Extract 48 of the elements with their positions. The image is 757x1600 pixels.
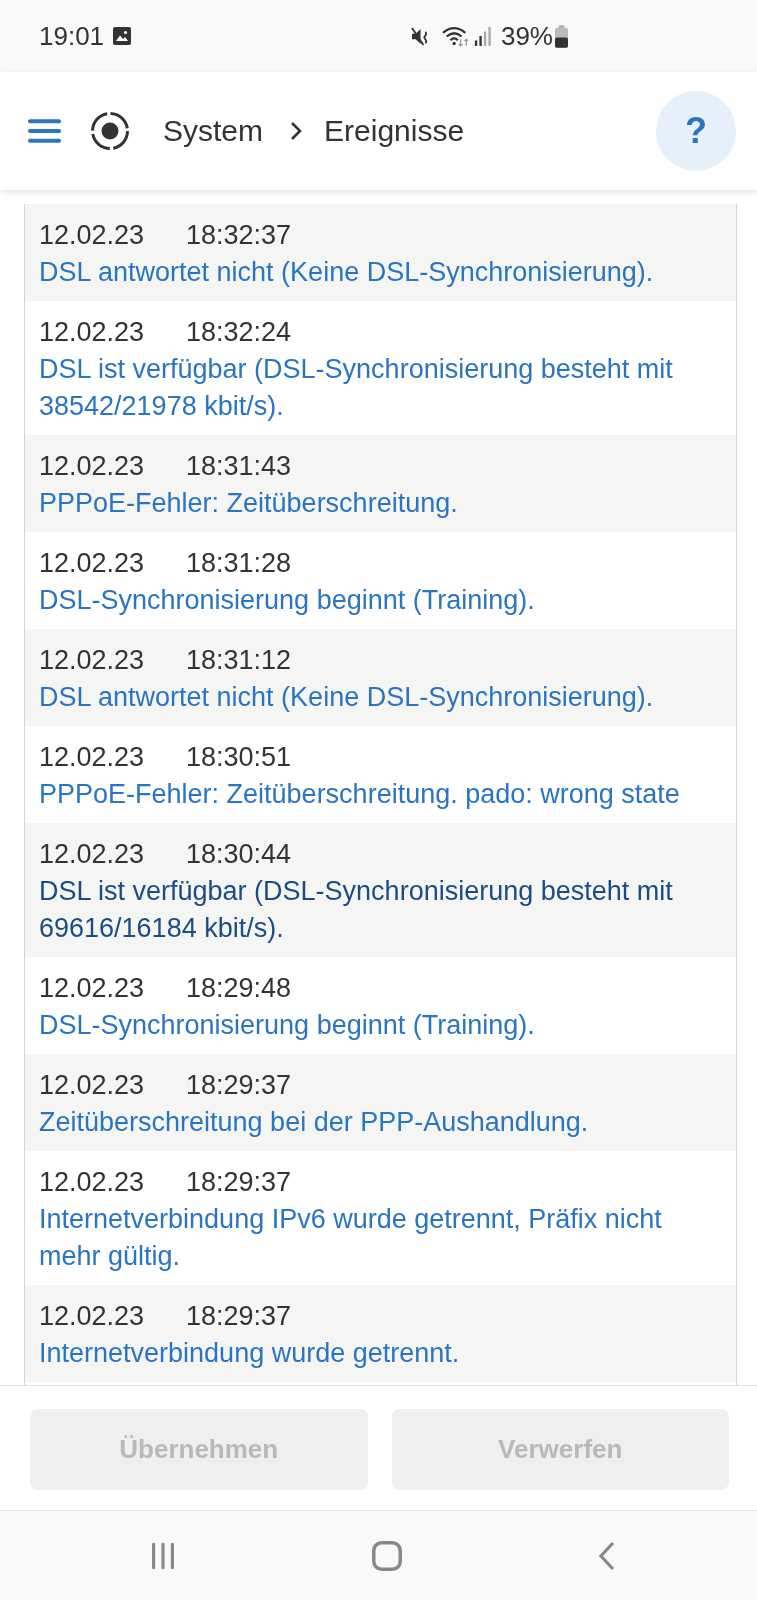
event-time: 18:32:24 (186, 316, 292, 349)
breadcrumb-link[interactable]: System (163, 114, 264, 148)
chevron-icon (290, 121, 303, 141)
help-button[interactable]: ? (656, 91, 736, 171)
event-date: 12.02.23 (39, 1166, 146, 1199)
event-date: 12.02.23 (39, 741, 146, 774)
event-link[interactable]: DSL-Synchronisierung beginnt (Training). (39, 582, 706, 619)
dot-ring-icon (90, 111, 130, 151)
home-icon[interactable] (372, 1540, 402, 1571)
event-link[interactable]: PPPoE-Fehler: Zeitüberschreitung. (39, 485, 706, 522)
wifi-icon (441, 25, 470, 47)
event-time: 18:29:37 (186, 1300, 292, 1333)
event-date: 12.02.23 (39, 450, 146, 483)
signal-icon (473, 26, 492, 46)
event-date: 12.02.23 (39, 1300, 146, 1333)
event-date: 12.02.23 (39, 644, 146, 677)
event-link[interactable]: DSL-Synchronisierung beginnt (Training). (39, 1007, 706, 1044)
event-link[interactable]: DSL ist verfügbar (DSL-Synchronisierung besteht mit 69616/16184 kbit/s). (39, 873, 706, 947)
event-date: 12.02.23 (39, 219, 146, 252)
event-date: 12.02.23 (39, 547, 146, 580)
event-time: 18:31:28 (186, 547, 292, 580)
event-date: 12.02.23 (39, 316, 146, 349)
event-link[interactable]: DSL antwortet nicht (Keine DSL-Synchronisierung). (39, 679, 706, 716)
back-icon[interactable] (598, 1541, 614, 1570)
event-link[interactable]: DSL ist verfügbar (DSL-Synchronisierung besteht mit 38542/21978 kbit/s). (39, 351, 706, 425)
event-date: 12.02.23 (39, 838, 146, 871)
event-link[interactable]: Zeitüberschreitung bei der PPP-Aushandlung. (39, 1104, 706, 1141)
event-time: 18:29:48 (186, 972, 292, 1005)
event-time: 18:30:51 (186, 741, 292, 774)
event-time: 18:29:37 (186, 1069, 292, 1102)
event-date: 12.02.23 (39, 1069, 146, 1102)
event-link[interactable]: PPPoE-Fehler: Zeitüberschreitung. pado: wrong state (39, 776, 706, 813)
battery-icon (555, 24, 568, 48)
event-time: 18:32:37 (186, 219, 292, 252)
event-time: 18:30:44 (186, 838, 292, 871)
image-icon (113, 27, 132, 45)
event-link[interactable]: Internetverbindung IPv6 wurde getrennt, Präfix nicht mehr gültig. (39, 1201, 706, 1275)
event-time: 18:29:37 (186, 1166, 292, 1199)
event-time: 18:31:43 (186, 450, 292, 483)
menu-icon[interactable] (28, 119, 61, 143)
breadcrumb-current: Ereignisse (324, 114, 465, 148)
event-link[interactable]: DSL antwortet nicht (Keine DSL-Synchronisierung). (39, 254, 706, 291)
recent-apps-icon[interactable] (151, 1542, 175, 1569)
status-time: 19:01 (39, 20, 105, 52)
event-link[interactable]: Internetverbindung wurde getrennt. (39, 1335, 706, 1372)
battery-percent: 39% (500, 20, 553, 52)
event-time: 18:31:12 (186, 644, 292, 677)
event-date: 12.02.23 (39, 972, 146, 1005)
